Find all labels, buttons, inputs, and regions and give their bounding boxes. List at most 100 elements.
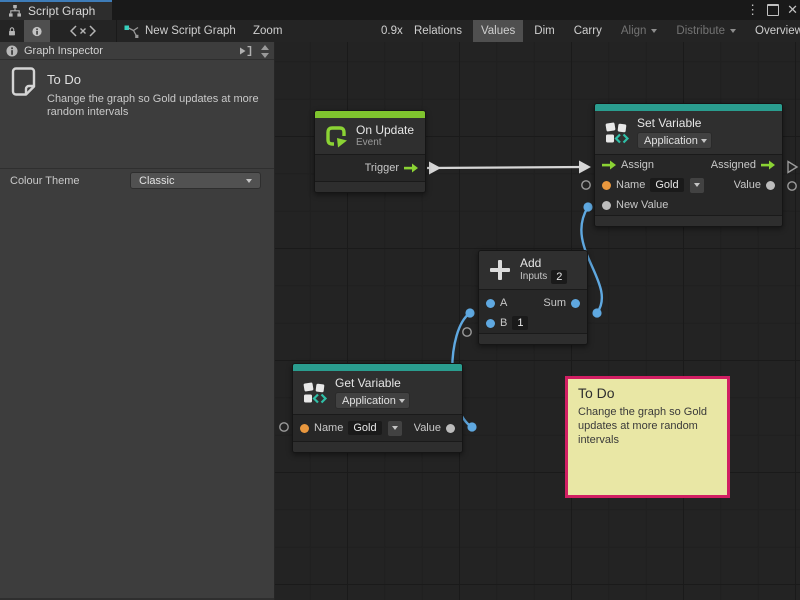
on-update-header[interactable]: On Update Event bbox=[315, 118, 425, 155]
add-header[interactable]: Add Inputs 2 bbox=[479, 251, 587, 290]
inputs-count[interactable]: 2 bbox=[551, 270, 567, 284]
values-button[interactable]: Values bbox=[473, 20, 523, 42]
tab-script-graph[interactable]: Script Graph bbox=[0, 0, 112, 20]
b-value[interactable]: 1 bbox=[512, 316, 528, 330]
assign-label: Assign bbox=[621, 159, 654, 171]
code-preview-button[interactable] bbox=[50, 20, 116, 42]
chevron-down-icon bbox=[392, 426, 398, 430]
lock-button[interactable] bbox=[0, 20, 24, 42]
colour-theme-value: Classic bbox=[139, 175, 174, 187]
panel-separator bbox=[0, 168, 274, 169]
align-label: Align bbox=[621, 25, 647, 37]
scroll-up-icon[interactable] bbox=[261, 45, 269, 50]
graph-asset-icon bbox=[124, 25, 139, 38]
chevron-down-icon bbox=[701, 139, 707, 143]
get-variable-scope-dropdown[interactable]: Application bbox=[335, 392, 410, 409]
new-script-graph-button[interactable]: New Script Graph bbox=[124, 20, 236, 42]
variable-name-value[interactable]: Gold bbox=[650, 178, 683, 192]
lock-icon bbox=[8, 24, 16, 39]
node-footer bbox=[293, 441, 462, 452]
inspector-note-summary: To Do Change the graph so Gold updates a… bbox=[10, 66, 265, 102]
on-update-title: On Update bbox=[356, 123, 414, 137]
value-output-port[interactable] bbox=[766, 181, 775, 190]
relations-button[interactable]: Relations bbox=[406, 20, 470, 42]
inspector-toggle-button[interactable] bbox=[24, 20, 50, 42]
colour-theme-label: Colour Theme bbox=[10, 175, 80, 187]
control-output-port[interactable] bbox=[404, 163, 418, 173]
zoom-label: Zoom bbox=[253, 20, 282, 42]
on-update-icon bbox=[323, 123, 349, 149]
name-label: Name bbox=[314, 422, 343, 434]
assign-input-port[interactable] bbox=[602, 160, 616, 170]
sum-output-port[interactable] bbox=[571, 299, 580, 308]
node-add[interactable]: Add Inputs 2 A Sum B 1 bbox=[478, 250, 588, 345]
panel-scrollbar[interactable] bbox=[261, 45, 269, 58]
variable-icon bbox=[603, 120, 630, 146]
inputs-label: Inputs bbox=[520, 271, 547, 283]
set-variable-scope-dropdown[interactable]: Application bbox=[637, 132, 712, 149]
value-output-port[interactable] bbox=[446, 424, 455, 433]
graph-inspector-title: Graph Inspector bbox=[24, 45, 103, 57]
variable-name-value[interactable]: Gold bbox=[348, 421, 381, 435]
variable-icon bbox=[301, 380, 328, 406]
scope-value: Application bbox=[644, 135, 698, 147]
node-footer bbox=[315, 181, 425, 192]
overview-button[interactable]: Overview bbox=[747, 20, 800, 42]
sticky-note-icon bbox=[10, 66, 37, 97]
window-menu-icon[interactable]: ⋮ bbox=[746, 0, 759, 20]
node-get-variable[interactable]: Get Variable Application Name Gold Value bbox=[292, 363, 463, 453]
chevron-down-icon bbox=[694, 183, 700, 187]
unity-script-graph-window: Script Graph ⋮ ✕ bbox=[0, 0, 800, 600]
graph-inspector-header[interactable]: Graph Inspector bbox=[0, 42, 274, 60]
node-footer bbox=[595, 215, 782, 226]
maximize-icon[interactable] bbox=[767, 4, 779, 16]
chevron-down-icon bbox=[651, 29, 657, 33]
set-variable-header[interactable]: Set Variable Application bbox=[595, 111, 782, 155]
b-input-port[interactable] bbox=[486, 319, 495, 328]
scroll-down-icon[interactable] bbox=[261, 53, 269, 58]
note-body: Change the graph so Gold updates at more… bbox=[47, 93, 262, 119]
dim-button[interactable]: Dim bbox=[526, 20, 562, 42]
node-color-strip bbox=[293, 364, 462, 371]
node-color-strip bbox=[595, 104, 782, 111]
variable-name-dropdown[interactable] bbox=[388, 421, 402, 436]
add-title: Add bbox=[520, 256, 567, 270]
sticky-note[interactable]: To Do Change the graph so Gold updates a… bbox=[565, 376, 730, 498]
title-bar: Script Graph ⋮ ✕ bbox=[0, 0, 800, 20]
sum-label: Sum bbox=[543, 297, 566, 309]
variable-name-dropdown[interactable] bbox=[690, 178, 704, 193]
on-update-subtitle: Event bbox=[356, 137, 414, 149]
name-input-port[interactable] bbox=[300, 424, 309, 433]
code-icon bbox=[70, 25, 96, 37]
b-label: B bbox=[500, 317, 507, 329]
close-icon[interactable]: ✕ bbox=[787, 0, 798, 20]
a-label: A bbox=[500, 297, 507, 309]
graph-toolbar: New Script Graph Zoom 0.9x Relations Val… bbox=[0, 20, 800, 43]
graph-inspector-panel: Graph Inspector To Do Change the graph s… bbox=[0, 42, 275, 600]
colour-theme-dropdown[interactable]: Classic bbox=[130, 172, 261, 189]
distribute-dropdown[interactable]: Distribute bbox=[668, 20, 744, 42]
a-input-port[interactable] bbox=[486, 299, 495, 308]
carry-button[interactable]: Carry bbox=[566, 20, 610, 42]
info-icon bbox=[6, 45, 18, 57]
assigned-output-port[interactable] bbox=[761, 160, 775, 170]
dock-panel-icon[interactable] bbox=[240, 46, 252, 56]
tab-label: Script Graph bbox=[28, 4, 95, 18]
new-value-input-port[interactable] bbox=[602, 201, 611, 210]
get-variable-header[interactable]: Get Variable Application bbox=[293, 371, 462, 415]
info-icon bbox=[32, 25, 42, 38]
chevron-down-icon bbox=[399, 399, 405, 403]
align-dropdown[interactable]: Align bbox=[613, 20, 666, 42]
node-set-variable[interactable]: Set Variable Application Assign Assigned bbox=[594, 103, 783, 227]
chevron-down-icon bbox=[730, 29, 736, 33]
name-input-port[interactable] bbox=[602, 181, 611, 190]
node-color-strip bbox=[315, 111, 425, 118]
node-on-update[interactable]: On Update Event Trigger bbox=[314, 110, 426, 193]
add-icon bbox=[487, 257, 513, 283]
trigger-label: Trigger bbox=[365, 162, 399, 174]
get-variable-title: Get Variable bbox=[335, 376, 410, 390]
sticky-note-body: Change the graph so Gold updates at more… bbox=[578, 405, 710, 447]
zoom-value: 0.9x bbox=[381, 20, 403, 42]
toolbar-divider bbox=[116, 20, 117, 42]
chevron-down-icon bbox=[246, 179, 252, 183]
